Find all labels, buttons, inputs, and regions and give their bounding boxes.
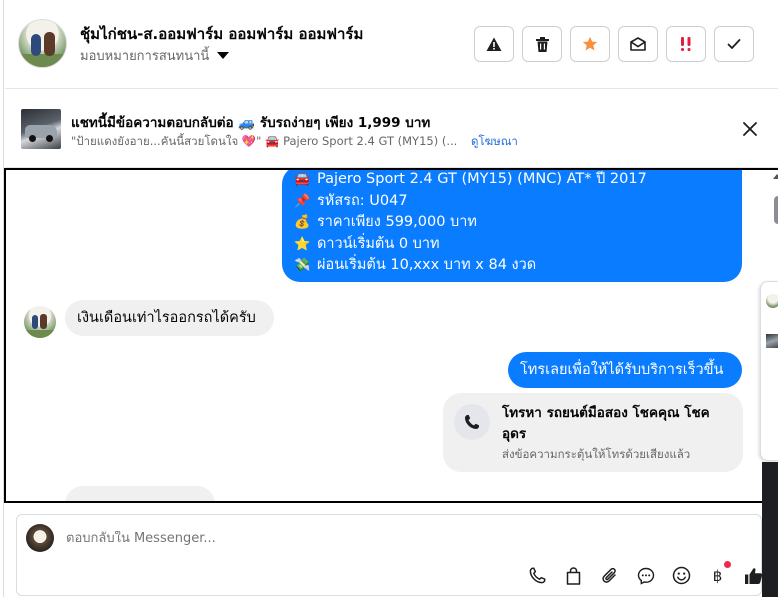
baht-symbol: ฿ xyxy=(712,566,723,585)
view-ad-link[interactable]: ดูโฆษณา xyxy=(471,134,518,148)
car-info-text: รหัสรถ: U047 xyxy=(317,192,408,209)
follow-up-icon xyxy=(681,37,691,51)
mark-spam-button[interactable] xyxy=(474,26,514,62)
follow-up-button[interactable] xyxy=(666,26,706,62)
message-thread[interactable]: 🚘 Pajero Sport 2.4 GT (MY15) (MNC) AT* ปี… xyxy=(4,168,778,503)
car-info-line: ⭐ ดาวน์เริ่มต้น 0 บาท xyxy=(294,234,730,256)
mark-unread-icon xyxy=(630,37,646,51)
call-card-subtitle: ส่งข้อความกระตุ้นให้โทรด้วยเสียงแล้ว xyxy=(502,447,691,461)
side-panel-avatar xyxy=(766,294,778,308)
car-info-line: 📌 รหัสรถ: U047 xyxy=(294,191,730,213)
money-bag-emoji-icon: 💰 xyxy=(294,215,311,230)
notification-dot xyxy=(724,561,731,568)
ad-subtitle: "ป้ายแดงยังอาย...คันนี้สวยโดนใจ 💖" 🚘 Paj… xyxy=(71,133,518,151)
thumbs-up-icon[interactable] xyxy=(741,563,766,588)
mark-unread-button[interactable] xyxy=(618,26,658,62)
car-emoji-icon: 🚘 xyxy=(294,172,311,187)
ad-context-bar: แชทนี้มีข้อความตอบกลับต่อ 🚙 รับรถง่ายๆ เ… xyxy=(5,90,778,168)
money-wings-emoji-icon: 💸 xyxy=(294,258,311,273)
car-info-message: 🚘 Pajero Sport 2.4 GT (MY15) (MNC) AT* ปี… xyxy=(282,170,742,282)
side-panel-thumbnail xyxy=(766,334,778,348)
close-icon[interactable] xyxy=(741,120,759,138)
phone-icon xyxy=(454,404,490,440)
star-icon xyxy=(582,36,598,51)
customer-message: เงินเดือนเท่าไรออกรถได้ครับ xyxy=(65,300,274,336)
car-info-text: ผ่อนเริ่มต้น 10,xxx บาท x 84 งวด xyxy=(317,257,537,273)
saved-reply-icon[interactable] xyxy=(633,563,658,588)
pin-emoji-icon: 📌 xyxy=(294,193,311,209)
car-info-line: 💸 ผ่อนเริ่มต้น 10,xxx บาท x 84 งวด xyxy=(294,255,730,277)
composer-toolbar: ฿ xyxy=(525,561,766,588)
call-request-card[interactable]: โทรหา รถยนต์มือสอง โชคคุณ โชค อุดร ส่งข้… xyxy=(443,393,743,472)
car-info-text: ดาวน์เริ่มต้น 0 บาท xyxy=(317,235,440,252)
delete-button[interactable] xyxy=(522,26,562,62)
caret-down-icon xyxy=(217,52,230,59)
ad-title: แชทนี้มีข้อความตอบกลับต่อ 🚙 รับรถง่ายๆ เ… xyxy=(71,115,431,131)
scrollbar-thumb[interactable] xyxy=(774,196,778,224)
emoji-icon[interactable] xyxy=(669,563,694,588)
contact-name[interactable]: ชุ้มไก่ชน-ส.ออมฟาร์ม ออมฟาร์ม ออมฟาร์ม xyxy=(80,22,363,46)
star-emoji-icon: ⭐ xyxy=(294,236,311,252)
partial-message-bubble xyxy=(65,486,215,501)
customer-avatar[interactable] xyxy=(24,306,56,338)
car-info-text: Pajero Sport 2.4 GT (MY15) (MNC) AT* ปี … xyxy=(317,171,647,187)
ad-subtitle-text: "ป้ายแดงยังอาย...คันนี้สวยโดนใจ 💖" 🚘 Paj… xyxy=(71,134,458,148)
assign-conversation-dropdown[interactable]: มอบหมายการสนทนานี้ xyxy=(80,45,230,66)
car-info-text: ราคาเพียง 599,000 บาท xyxy=(317,214,477,230)
contact-avatar[interactable] xyxy=(18,19,67,68)
car-info-line: 💰 ราคาเพียง 599,000 บาท xyxy=(294,212,730,234)
call-card-title: โทรหา รถยนต์มือสอง โชคคุณ โชค อุดร xyxy=(502,405,710,442)
car-info-line: 🚘 Pajero Sport 2.4 GT (MY15) (MNC) AT* ปี… xyxy=(294,170,730,191)
assign-label: มอบหมายการสนทนานี้ xyxy=(80,49,210,64)
payment-icon[interactable]: ฿ xyxy=(705,561,731,588)
star-button[interactable] xyxy=(570,26,610,62)
mark-done-button[interactable] xyxy=(714,26,754,62)
page-avatar xyxy=(26,524,54,552)
reply-composer: ฿ xyxy=(16,514,763,596)
reply-input[interactable] xyxy=(66,531,666,546)
check-icon xyxy=(727,39,741,49)
scroll-up-arrow-icon[interactable] xyxy=(773,174,778,179)
header-action-buttons xyxy=(474,26,754,62)
inbox-conversation-view: ชุ้มไก่ชน-ส.ออมฟาร์ม ออมฟาร์ม ออมฟาร์ม ม… xyxy=(0,0,778,597)
phone-icon[interactable] xyxy=(525,563,550,588)
warning-icon xyxy=(486,37,502,51)
trash-icon xyxy=(535,36,549,52)
conversation-header: ชุ้มไก่ชน-ส.ออมฟาร์ม ออมฟาร์ม ออมฟาร์ม ม… xyxy=(5,0,778,89)
page-reply-message: โทรเลยเพื่อให้ได้รับบริการเร็วขึ้น xyxy=(508,352,742,388)
paperclip-icon[interactable] xyxy=(597,563,622,588)
side-info-panel[interactable] xyxy=(760,281,778,461)
shopping-bag-icon[interactable] xyxy=(561,563,586,588)
ad-thumbnail[interactable] xyxy=(21,109,61,149)
